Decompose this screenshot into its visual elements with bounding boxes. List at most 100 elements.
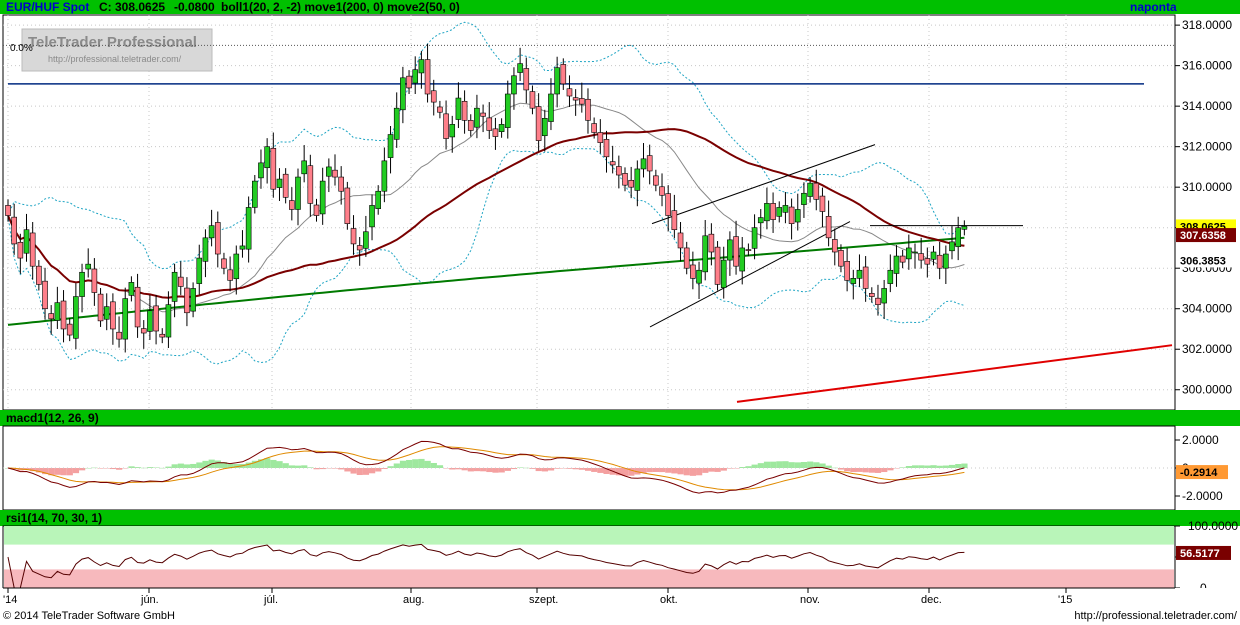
macd-histogram-bar	[214, 460, 221, 468]
x-tick-label: júl.	[263, 594, 278, 606]
macd-histogram-bar	[591, 468, 598, 472]
candle	[511, 75, 517, 95]
candle	[881, 288, 887, 304]
candle	[683, 247, 690, 269]
candle	[566, 88, 573, 97]
candle	[924, 258, 931, 265]
macd-histogram-bar	[319, 468, 326, 470]
candle	[794, 209, 801, 223]
macd-histogram-bar	[733, 468, 740, 469]
macd-histogram-bar	[72, 468, 80, 474]
candle	[733, 236, 739, 267]
x-tick-label: dec.	[921, 594, 942, 606]
candle	[875, 297, 881, 305]
candle	[190, 288, 196, 312]
macd-histogram-bar	[159, 467, 166, 469]
y-tick-label: 312.0000	[1182, 140, 1232, 154]
macd-histogram-bar	[955, 464, 962, 468]
candle	[862, 266, 869, 289]
macd-histogram-bar	[788, 462, 795, 468]
macd-histogram-bar	[794, 462, 801, 468]
candle	[819, 195, 826, 212]
candle	[831, 239, 838, 253]
x-tick-label: szept.	[529, 594, 558, 606]
candle	[42, 280, 48, 310]
candle	[801, 192, 807, 205]
candle	[418, 59, 425, 74]
ma50-value-label: 307.6358	[1180, 230, 1226, 242]
macd-histogram-bar	[893, 468, 900, 469]
candle	[918, 253, 924, 261]
macd-histogram-bar	[535, 468, 542, 472]
macd-histogram-bar	[97, 468, 104, 469]
macd-histogram-bar	[782, 461, 789, 468]
candle	[504, 93, 511, 128]
rsi-oversold-zone	[4, 569, 1174, 588]
candle	[406, 75, 412, 89]
candle	[474, 107, 480, 128]
candle	[961, 226, 968, 230]
candle	[912, 251, 918, 254]
candle	[29, 232, 36, 267]
close-quote: C: 308.0625	[99, 0, 165, 14]
candle	[258, 162, 264, 179]
macd-histogram-bar	[66, 468, 73, 476]
macd-histogram-bar	[270, 459, 277, 468]
macd-histogram-bar	[171, 464, 178, 468]
watermark-url: http://professional.teletrader.com/	[48, 54, 182, 64]
macd-histogram-bar	[665, 468, 672, 473]
period-label: naponta	[1130, 0, 1177, 14]
candle	[764, 203, 770, 222]
candle	[239, 245, 246, 250]
rsi-overbought-zone	[4, 526, 1174, 545]
candle	[591, 123, 597, 133]
candle	[745, 249, 752, 251]
macd-histogram-bar	[659, 468, 666, 473]
candle	[838, 250, 844, 267]
candle	[850, 278, 857, 284]
candle	[603, 139, 610, 158]
macd-histogram-bar	[961, 463, 968, 468]
candle	[739, 247, 746, 272]
macd-histogram-bar	[757, 463, 764, 468]
candle	[79, 271, 85, 297]
candle	[338, 176, 344, 192]
candle	[214, 222, 221, 255]
macd-histogram-bar	[862, 468, 869, 473]
candle	[36, 265, 42, 285]
macd-histogram-bar	[399, 460, 407, 468]
macd-histogram-bar	[850, 468, 857, 473]
candle	[369, 205, 375, 228]
macd-histogram-bar	[449, 468, 456, 470]
candle	[122, 298, 129, 340]
candle	[659, 186, 665, 196]
candle	[437, 106, 443, 113]
macd-histogram-bar	[751, 464, 758, 468]
macd-panel: macd1(12, 26, 9) 2.00000-2.0000 -0.2914	[0, 410, 1240, 511]
candle	[455, 97, 462, 120]
macd-histogram-bar	[689, 468, 697, 476]
candle	[184, 287, 190, 314]
candle	[609, 161, 616, 166]
candle	[159, 333, 166, 338]
candle	[554, 67, 560, 95]
candle	[97, 293, 104, 322]
candle	[295, 176, 301, 210]
candle	[381, 160, 388, 192]
x-tick-label: aug.	[403, 594, 424, 606]
x-tick-label: okt.	[660, 594, 678, 606]
candle	[424, 59, 431, 95]
macd-histogram-bar	[369, 468, 376, 474]
candle	[208, 225, 215, 239]
watermark-title: TeleTrader Professional	[28, 34, 197, 51]
macd-histogram-bar	[313, 468, 320, 470]
candle	[585, 98, 591, 121]
candle	[103, 306, 110, 320]
macd-histogram-bar	[763, 461, 771, 468]
macd-histogram-bar	[356, 468, 363, 476]
macd-histogram-bar	[597, 468, 604, 473]
x-tick-label: '14	[3, 594, 17, 606]
candle	[646, 155, 653, 172]
indicator-list: boll1(20, 2, -2) move1(200, 0) move2(50,…	[221, 0, 460, 14]
y-tick-label: 304.0000	[1182, 302, 1232, 316]
